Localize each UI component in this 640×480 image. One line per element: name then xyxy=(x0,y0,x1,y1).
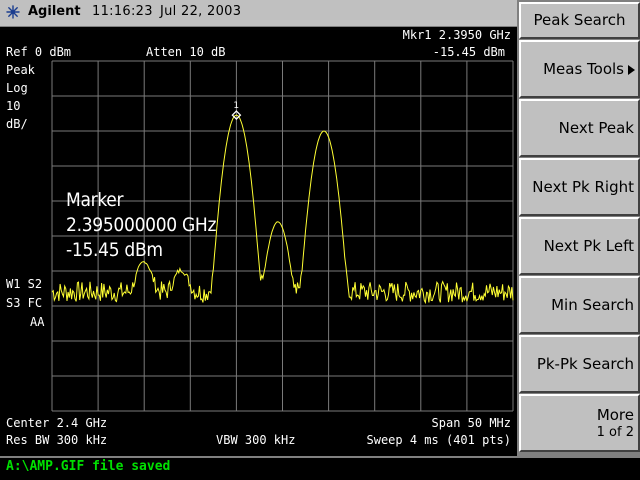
marker-annotation-amplitude: -15.45 dBm xyxy=(66,239,163,261)
attenuation: Atten 10 dB xyxy=(146,45,226,59)
trace-status-2: S3 FC xyxy=(6,296,43,310)
span: Span 50 MHz xyxy=(431,416,511,430)
sweep-time: Sweep 4 ms (401 pts) xyxy=(366,433,512,447)
pk-pk-search-button[interactable]: Pk-Pk Search xyxy=(519,335,640,393)
reference-level: Ref 0 dBm xyxy=(6,45,72,59)
next-peak-label: Next Peak xyxy=(558,119,634,137)
agilent-spark-icon xyxy=(6,5,20,19)
status-header: Agilent 11:16:23 Jul 22, 2003 xyxy=(0,0,517,27)
next-peak-button[interactable]: Next Peak xyxy=(519,99,640,157)
marker-amplitude-readout: -15.45 dBm xyxy=(432,45,505,59)
softkey-menu-title: Peak Search xyxy=(519,2,640,39)
softkey-panel: Peak Search Meas Tools Next Peak Next Pk… xyxy=(517,0,640,456)
min-search-label: Min Search xyxy=(551,296,634,314)
more-label: More xyxy=(596,406,634,424)
next-peak-right-label: Next Pk Right xyxy=(532,178,634,196)
status-message: A:\AMP.GIF file saved xyxy=(6,459,171,474)
resolution-bandwidth: Res BW 300 kHz xyxy=(6,433,108,447)
center-frequency: Center 2.4 GHz xyxy=(6,416,108,430)
trace-status-3: AA xyxy=(30,315,45,329)
marker-frequency-readout: Mkr1 2.3950 GHz xyxy=(402,28,511,42)
marker-number: 1 xyxy=(233,101,239,111)
marker-annotation-title: Marker xyxy=(66,189,124,211)
more-button[interactable]: More 1 of 2 xyxy=(519,394,640,452)
analyzer-screen: Agilent 11:16:23 Jul 22, 2003 1 Ref 0 dB… xyxy=(0,0,640,480)
next-peak-left-button[interactable]: Next Pk Left xyxy=(519,217,640,275)
video-bandwidth: VBW 300 kHz xyxy=(216,433,296,447)
meas-tools-label: Meas Tools xyxy=(543,60,624,78)
clock-date: Jul 22, 2003 xyxy=(160,4,242,19)
meas-tools-button[interactable]: Meas Tools xyxy=(519,40,640,98)
trace-status-1: W1 S2 xyxy=(6,277,43,291)
scale-unit: dB/ xyxy=(6,117,28,131)
spectrum-display: 1 Ref 0 dBm Atten 10 dB Mkr1 2.3950 GHz … xyxy=(0,27,517,456)
clock-time: 11:16:23 xyxy=(92,4,153,19)
scale-value: 10 xyxy=(6,99,21,113)
more-page-indicator: 1 of 2 xyxy=(596,425,634,440)
scale-type: Log xyxy=(6,81,28,95)
detector-mode: Peak xyxy=(6,63,35,77)
marker-annotation-frequency: 2.395000000 GHz xyxy=(66,214,217,236)
status-divider xyxy=(0,456,640,458)
pk-pk-search-label: Pk-Pk Search xyxy=(536,355,634,373)
next-peak-right-button[interactable]: Next Pk Right xyxy=(519,158,640,216)
marker-annotation: Marker 2.395000000 GHz -15.45 dBm xyxy=(66,188,216,263)
brand-name: Agilent xyxy=(28,4,81,19)
triangle-right-icon xyxy=(628,65,635,75)
next-peak-left-label: Next Pk Left xyxy=(543,237,634,255)
status-line: A:\AMP.GIF file saved xyxy=(0,456,640,480)
min-search-button[interactable]: Min Search xyxy=(519,276,640,334)
